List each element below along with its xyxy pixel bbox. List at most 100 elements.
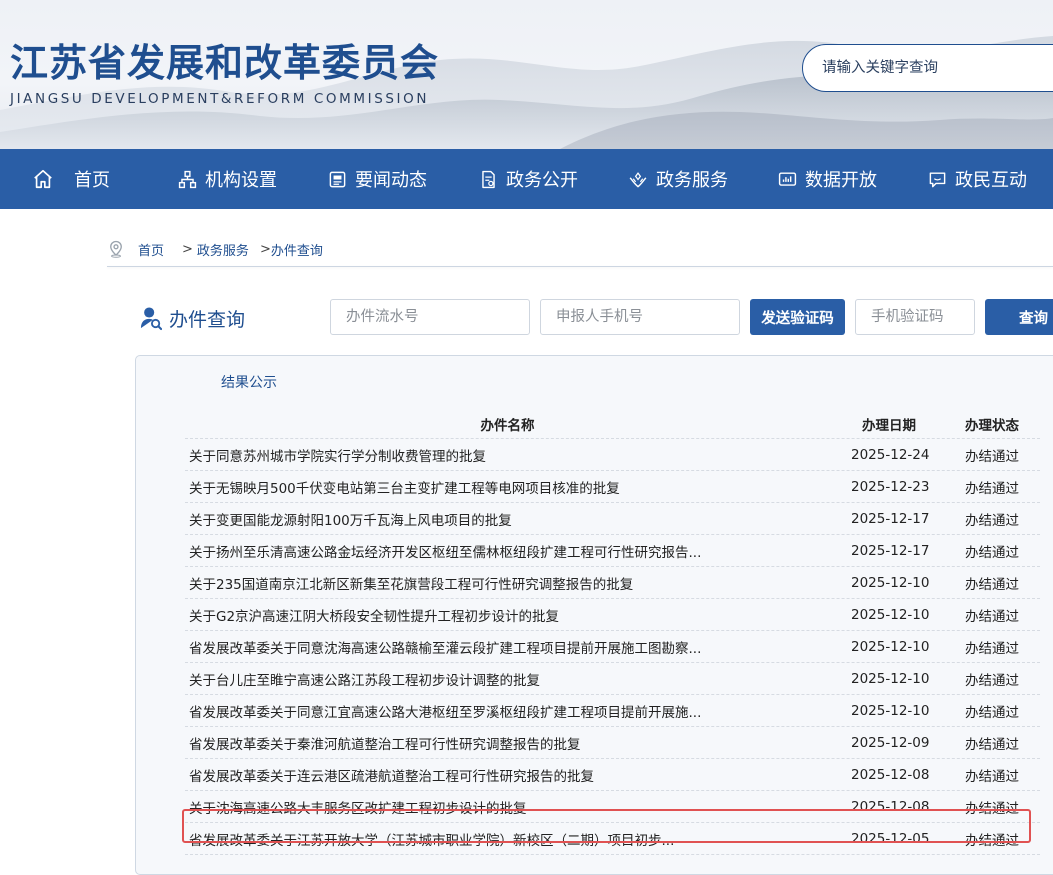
results-title: 结果公示 [221, 375, 277, 391]
verification-code-input[interactable] [855, 299, 975, 335]
nav-item-gov-affairs[interactable]: 政务公开 [479, 149, 578, 209]
row-date: 2025-12-10 [851, 670, 930, 687]
nav-item-gov-service[interactable]: 政务服务 [628, 149, 728, 209]
results-table: 办件名称 办理日期 办理状态 关于同意苏州城市学院实行学分制收费管理的批复 20… [185, 410, 1040, 855]
data-chart-icon [778, 171, 797, 186]
row-date: 2025-12-10 [851, 606, 930, 623]
column-header-date: 办理日期 [862, 418, 916, 434]
nav-item-interaction[interactable]: 政民互动 [928, 149, 1027, 209]
breadcrumb: 首页 > 政务服务 > 办件查询 [107, 238, 323, 260]
nav-item-org[interactable]: 机构设置 [178, 149, 277, 209]
applicant-phone-input[interactable] [540, 299, 740, 335]
home-icon [34, 169, 52, 189]
nav-item-label: 政务公开 [506, 170, 578, 191]
nav-item-label: 政民互动 [955, 170, 1027, 191]
breadcrumb-separator: > [259, 241, 271, 257]
row-status: 办结通过 [965, 704, 1019, 721]
row-name[interactable]: 关于同意苏州城市学院实行学分制收费管理的批复 [189, 439, 829, 470]
row-name[interactable]: 省发展改革委关于秦淮河航道整治工程可行性研究调整报告的批复 [189, 727, 829, 758]
row-date: 2025-12-24 [851, 446, 930, 463]
row-date: 2025-12-09 [851, 734, 930, 751]
row-name[interactable]: 关于沈海高速公路大丰服务区改扩建工程初步设计的批复 [189, 791, 829, 822]
main-nav: 首页 机构设置 要闻动态 政务公开 政务服务 数据开放 政民互动 [0, 149, 1053, 209]
breadcrumb-current[interactable]: 办件查询 [271, 240, 323, 259]
table-row[interactable]: 关于235国道南京江北新区新集至花旗营段工程可行性研究调整报告的批复 2025-… [185, 567, 1040, 599]
nav-item-home[interactable]: 首页 [32, 149, 110, 209]
column-header-name: 办件名称 [480, 418, 535, 434]
nav-item-label: 机构设置 [205, 170, 277, 191]
row-date: 2025-12-10 [851, 702, 930, 719]
nav-item-label: 数据开放 [805, 170, 877, 191]
row-date: 2025-12-08 [851, 798, 930, 815]
location-pin-icon [110, 240, 122, 258]
chat-icon [929, 171, 946, 187]
column-header-status: 办理状态 [965, 418, 1019, 434]
query-title: 办件查询 [140, 303, 245, 333]
breadcrumb-home[interactable]: 首页 [138, 240, 164, 259]
user-search-icon [140, 307, 162, 331]
service-hands-icon [629, 171, 647, 188]
row-name[interactable]: 关于变更国能龙源射阳100万千瓦海上风电项目的批复 [189, 503, 829, 534]
table-row[interactable]: 省发展改革委关于秦淮河航道整治工程可行性研究调整报告的批复 2025-12-09… [185, 727, 1040, 759]
breadcrumb-divider [107, 266, 1053, 267]
table-row[interactable]: 关于变更国能龙源射阳100万千瓦海上风电项目的批复 2025-12-17 办结通… [185, 503, 1040, 535]
table-row[interactable]: 关于无锡映月500千伏变电站第三台主变扩建工程等电网项目核准的批复 2025-1… [185, 471, 1040, 503]
row-status: 办结通过 [965, 832, 1019, 849]
breadcrumb-separator: > [182, 241, 193, 257]
row-name[interactable]: 关于无锡映月500千伏变电站第三台主变扩建工程等电网项目核准的批复 [189, 471, 829, 502]
table-row[interactable]: 关于同意苏州城市学院实行学分制收费管理的批复 2025-12-24 办结通过 [185, 439, 1040, 471]
nav-item-open-data[interactable]: 数据开放 [778, 149, 877, 209]
table-row[interactable]: 关于台儿庄至睢宁高速公路江苏段工程初步设计调整的批复 2025-12-10 办结… [185, 663, 1040, 695]
site-subtitle: JIANGSU DEVELOPMENT&REFORM COMMISSION [10, 91, 430, 107]
row-name[interactable]: 省发展改革委关于同意沈海高速公路赣榆至灌云段扩建工程项目提前开展施工图勘察... [189, 631, 829, 662]
row-name[interactable]: 关于台儿庄至睢宁高速公路江苏段工程初步设计调整的批复 [189, 663, 829, 694]
serial-number-input[interactable] [330, 299, 530, 335]
site-title: 江苏省发展和改革委员会 [10, 41, 440, 85]
table-row[interactable]: 省发展改革委关于同意江宜高速公路大港枢纽至罗溪枢纽段扩建工程项目提前开展施...… [185, 695, 1040, 727]
row-status: 办结通过 [965, 544, 1019, 561]
row-date: 2025-12-10 [851, 574, 930, 591]
table-header: 办件名称 办理日期 办理状态 [185, 410, 1040, 439]
row-date: 2025-12-23 [851, 478, 930, 495]
row-status: 办结通过 [965, 608, 1019, 625]
row-date: 2025-12-05 [851, 830, 930, 847]
row-name[interactable]: 省发展改革委关于同意江宜高速公路大港枢纽至罗溪枢纽段扩建工程项目提前开展施... [189, 695, 829, 726]
row-status: 办结通过 [965, 768, 1019, 785]
site-header: 江苏省发展和改革委员会 JIANGSU DEVELOPMENT&REFORM C… [0, 0, 1053, 149]
row-status: 办结通过 [965, 512, 1019, 529]
row-status: 办结通过 [965, 736, 1019, 753]
row-name[interactable]: 关于G2京沪高速江阴大桥段安全韧性提升工程初步设计的批复 [189, 599, 829, 630]
table-row[interactable]: 省发展改革委关于连云港区疏港航道整治工程可行性研究报告的批复 2025-12-0… [185, 759, 1040, 791]
row-name[interactable]: 关于扬州至乐清高速公路金坛经济开发区枢纽至儒林枢纽段扩建工程可行性研究报告... [189, 535, 829, 566]
breadcrumb-level1[interactable]: 政务服务 [197, 240, 249, 259]
send-code-button[interactable]: 发送验证码 [750, 299, 845, 335]
news-icon [329, 171, 346, 187]
row-name[interactable]: 省发展改革委关于连云港区疏港航道整治工程可行性研究报告的批复 [189, 759, 829, 790]
table-row[interactable]: 关于扬州至乐清高速公路金坛经济开发区枢纽至儒林枢纽段扩建工程可行性研究报告...… [185, 535, 1040, 567]
site-search-input[interactable] [802, 44, 1053, 92]
query-title-label: 办件查询 [169, 308, 246, 331]
row-status: 办结通过 [965, 800, 1019, 817]
nav-item-label: 要闻动态 [355, 170, 427, 191]
row-status: 办结通过 [965, 448, 1019, 465]
row-date: 2025-12-17 [851, 542, 930, 559]
row-status: 办结通过 [965, 672, 1019, 689]
row-date: 2025-12-10 [851, 638, 930, 655]
row-name[interactable]: 关于235国道南京江北新区新集至花旗营段工程可行性研究调整报告的批复 [189, 567, 829, 598]
table-row[interactable]: 关于沈海高速公路大丰服务区改扩建工程初步设计的批复 2025-12-08 办结通… [185, 791, 1040, 823]
query-submit-button[interactable]: 查询 [985, 299, 1053, 335]
row-status: 办结通过 [965, 576, 1019, 593]
nav-item-label: 首页 [74, 170, 110, 191]
row-date: 2025-12-17 [851, 510, 930, 527]
nav-item-label: 政务服务 [656, 170, 728, 191]
table-row[interactable]: 关于G2京沪高速江阴大桥段安全韧性提升工程初步设计的批复 2025-12-10 … [185, 599, 1040, 631]
row-status: 办结通过 [965, 480, 1019, 497]
table-row-highlighted[interactable]: 省发展改革委关于江苏开放大学（江苏城市职业学院）新校区（二期）项目初步... 2… [185, 823, 1040, 855]
row-date: 2025-12-08 [851, 766, 930, 783]
row-name[interactable]: 省发展改革委关于江苏开放大学（江苏城市职业学院）新校区（二期）项目初步... [189, 823, 829, 854]
row-status: 办结通过 [965, 640, 1019, 657]
table-row[interactable]: 省发展改革委关于同意沈海高速公路赣榆至灌云段扩建工程项目提前开展施工图勘察...… [185, 631, 1040, 663]
document-icon [482, 170, 495, 188]
nav-item-news[interactable]: 要闻动态 [328, 149, 427, 209]
org-chart-icon [178, 170, 197, 188]
